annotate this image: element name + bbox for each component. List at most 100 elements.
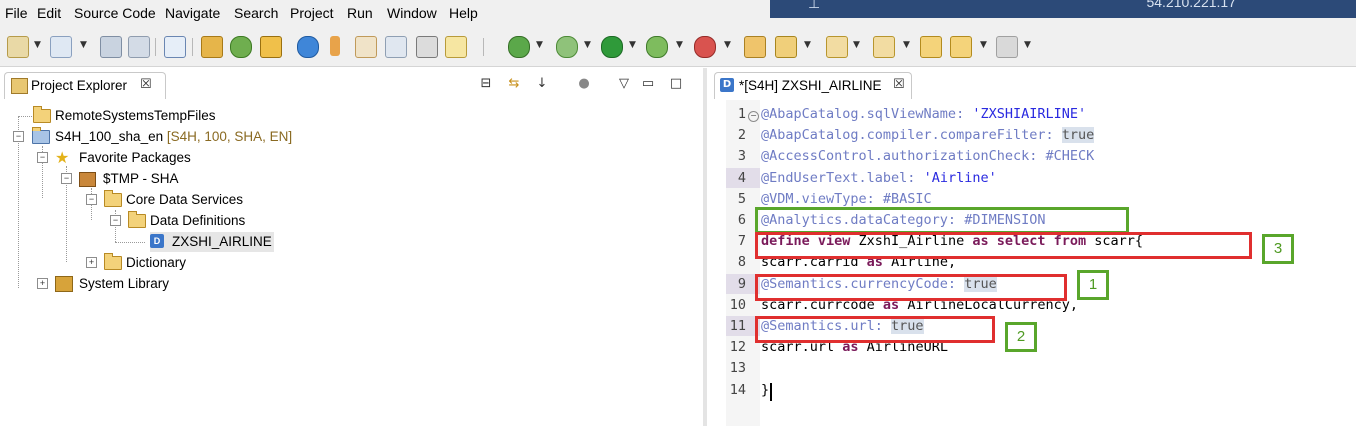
collapse-icon[interactable]: −: [61, 173, 72, 184]
chevron-down-icon[interactable]: ▼: [80, 40, 87, 50]
project-explorer-tab[interactable]: Project Explorer ☒: [4, 72, 166, 99]
code-text: }: [761, 382, 769, 398]
back-icon[interactable]: [950, 36, 972, 58]
tree-item-system-library[interactable]: + System Library: [0, 274, 300, 294]
menu-source-code[interactable]: Source Code: [74, 5, 156, 21]
last-edit-icon[interactable]: [920, 36, 942, 58]
filter-icon[interactable]: ●: [576, 76, 592, 92]
tree-item-abap-project[interactable]: − S4H_100_sha_en [S4H, 100, SHA, EN]: [0, 127, 400, 147]
collapse-icon[interactable]: −: [37, 152, 48, 163]
code-token: 'ZXSHIAIRLINE': [972, 106, 1087, 122]
line-number: 10: [729, 296, 746, 313]
project-explorer-icon: [11, 78, 28, 94]
edit-icon[interactable]: [775, 36, 797, 58]
chevron-down-icon[interactable]: ▼: [34, 40, 41, 50]
save-all-icon[interactable]: [128, 36, 150, 58]
tree-item-remote-systems-temp-files[interactable]: RemoteSystemsTempFiles: [0, 106, 300, 126]
menu-project[interactable]: Project: [290, 5, 334, 21]
tree-item-favorite-packages[interactable]: − ★ Favorite Packages: [0, 148, 300, 168]
previous-annotation-icon[interactable]: [873, 36, 895, 58]
link-icon[interactable]: [164, 36, 186, 58]
chevron-down-icon[interactable]: ▼: [676, 40, 683, 50]
code-area[interactable]: 1 @AbapCatalog.sqlViewName: 'ZXSHIAIRLINE…: [708, 106, 1356, 426]
tree-item-data-definitions[interactable]: − Data Definitions: [0, 211, 300, 231]
code-line[interactable]: 1 @AbapCatalog.sqlViewName: 'ZXSHIAIRLINE…: [708, 106, 1348, 127]
chevron-down-icon[interactable]: ▼: [1024, 40, 1031, 50]
fold-toggle-icon[interactable]: −: [748, 111, 759, 122]
link-with-editor-icon[interactable]: ⇆: [506, 76, 522, 92]
collapse-all-icon[interactable]: ⊟: [478, 76, 494, 92]
code-line[interactable]: 4 @EndUserText.label: 'Airline': [708, 170, 1348, 191]
chevron-down-icon[interactable]: ▼: [536, 40, 543, 50]
external-tools-icon[interactable]: [694, 36, 716, 58]
tree-item-tmp-package[interactable]: − $TMP - SHA: [0, 169, 300, 189]
open-type-icon[interactable]: [260, 36, 282, 58]
tree-item-dictionary[interactable]: + Dictionary: [0, 253, 300, 273]
project-tree: RemoteSystemsTempFiles − S4H_100_sha_en …: [0, 106, 700, 426]
chevron-down-icon[interactable]: ▼: [853, 40, 860, 50]
menu-run[interactable]: Run: [347, 5, 373, 21]
menu-navigate[interactable]: Navigate: [165, 5, 220, 21]
chevron-down-icon[interactable]: ▼: [724, 40, 731, 50]
run-icon[interactable]: [601, 36, 623, 58]
minimize-icon[interactable]: ▭: [640, 76, 656, 92]
expand-icon[interactable]: +: [37, 278, 48, 289]
toggle-view-icon[interactable]: [416, 36, 438, 58]
folder-icon: [128, 211, 146, 228]
chevron-down-icon[interactable]: ▼: [584, 40, 591, 50]
code-line[interactable]: 3 @AccessControl.authorizationCheck: #CHE…: [708, 148, 1348, 169]
new-project-icon[interactable]: [7, 36, 29, 58]
highlight-icon[interactable]: [445, 36, 467, 58]
pin-icon[interactable]: ⊥: [808, 0, 820, 12]
activate-icon[interactable]: [330, 36, 340, 56]
profile-icon[interactable]: [556, 36, 578, 58]
maximize-icon[interactable]: □: [668, 76, 684, 92]
forward-icon[interactable]: [996, 36, 1018, 58]
activate-all-icon[interactable]: [355, 36, 377, 58]
close-icon[interactable]: ☒: [140, 77, 152, 92]
chevron-down-icon[interactable]: ▼: [903, 40, 910, 50]
open-resource-icon[interactable]: [744, 36, 766, 58]
tree-item-core-data-services[interactable]: − Core Data Services: [0, 190, 300, 210]
chevron-down-icon[interactable]: ▼: [804, 40, 811, 50]
menu-help[interactable]: Help: [449, 5, 478, 21]
view-menu-icon[interactable]: ▽: [616, 76, 632, 92]
code-line[interactable]: 14}: [708, 382, 1348, 403]
collapse-icon[interactable]: −: [86, 194, 97, 205]
coverage-icon[interactable]: [646, 36, 668, 58]
new-object-icon[interactable]: [50, 36, 72, 58]
chevron-down-icon[interactable]: ▼: [980, 40, 987, 50]
line-number: 8: [737, 254, 746, 271]
sort-icon[interactable]: ↓: [534, 76, 550, 92]
save-icon[interactable]: [100, 36, 122, 58]
check-icon[interactable]: [297, 36, 319, 58]
code-token: 'Airline': [923, 169, 997, 186]
main-toolbar: ▼ ▼ ▼ ▼ ▼ ▼ ▼ ▼ ▼ ▼ ▼ ▼: [0, 28, 1356, 67]
tree-item-zxshi-airline[interactable]: D ZXSHI_AIRLINE: [150, 232, 274, 252]
collapse-icon[interactable]: −: [13, 131, 24, 142]
collapse-icon[interactable]: −: [110, 215, 121, 226]
chevron-down-icon[interactable]: ▼: [629, 40, 636, 50]
menu-search[interactable]: Search: [234, 5, 278, 21]
code-line[interactable]: 2 @AbapCatalog.compiler.compareFilter: tr…: [708, 127, 1348, 148]
folder-icon: [104, 190, 122, 207]
close-icon[interactable]: ☒: [893, 77, 905, 92]
menu-edit[interactable]: Edit: [37, 5, 61, 21]
where-used-icon[interactable]: [385, 36, 407, 58]
run-object-icon[interactable]: [230, 36, 252, 58]
debug-icon[interactable]: [508, 36, 530, 58]
sash-divider[interactable]: [703, 68, 707, 426]
line-number: 11: [729, 318, 746, 334]
menu-window[interactable]: Window: [387, 5, 437, 21]
highlight-box-define-view: [755, 232, 1252, 259]
code-line[interactable]: 13: [708, 360, 1348, 381]
callout-badge-1: 1: [1077, 270, 1109, 300]
tree-item-label: ZXSHI_AIRLINE: [172, 234, 272, 249]
menu-file[interactable]: File: [5, 5, 28, 21]
open-folder-icon[interactable]: [201, 36, 223, 58]
editor-tab-zxshi-airline[interactable]: D *[S4H] ZXSHI_AIRLINE ☒: [714, 72, 912, 99]
expand-icon[interactable]: +: [86, 257, 97, 268]
tree-item-label-wrap: S4H_100_sha_en [S4H, 100, SHA, EN]: [55, 129, 292, 144]
remote-ip-label: 54.210.221.17: [1146, 0, 1236, 10]
next-annotation-icon[interactable]: [826, 36, 848, 58]
